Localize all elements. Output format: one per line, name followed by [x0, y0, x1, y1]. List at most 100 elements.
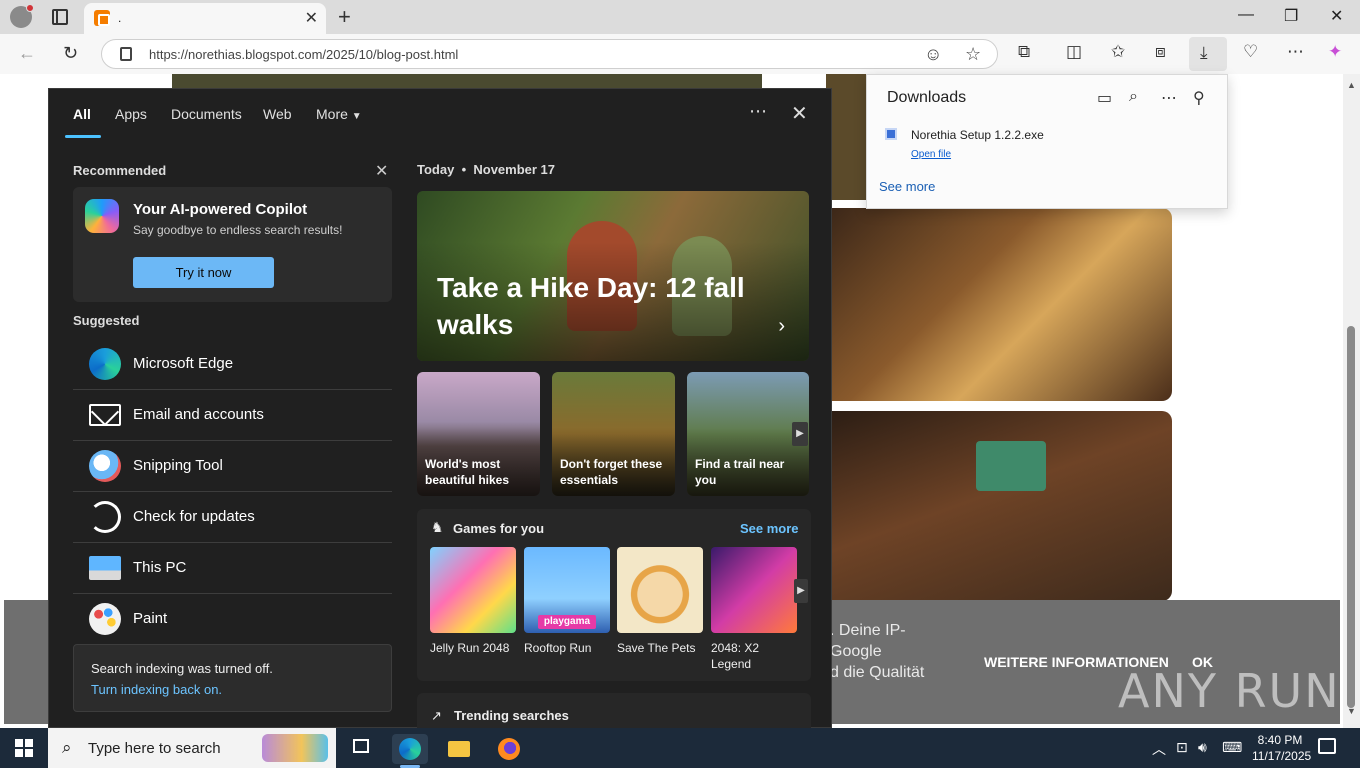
open-file-link[interactable]: Open file [911, 149, 951, 160]
taskbar-search-box[interactable]: ⌕ Type here to search [48, 728, 336, 768]
thumb-card-essentials[interactable]: Don't forget these essentials [552, 372, 675, 496]
url-text[interactable]: https://norethias.blogspot.com/2025/10/b… [149, 47, 458, 62]
scrollbar-thumb[interactable] [1347, 326, 1355, 708]
chevron-right-icon[interactable]: ▶ [794, 579, 808, 603]
address-bar[interactable]: https://norethias.blogspot.com/2025/10/b… [101, 39, 998, 69]
games-see-more-link[interactable]: See more [740, 521, 799, 536]
game-name[interactable]: 2048: X2 Legend [711, 640, 801, 672]
suggested-item-paint[interactable]: Paint [73, 594, 392, 645]
tab-more[interactable]: More ▼ [316, 106, 362, 122]
thumb-card-trail[interactable]: Find a trail near you [687, 372, 809, 496]
game-name[interactable]: Save The Pets [617, 640, 707, 656]
close-window-button[interactable]: ✕ [1330, 6, 1343, 26]
hero-card[interactable]: Take a Hike Day: 12 fall walks › [417, 191, 809, 361]
suggested-item-snipping-tool[interactable]: Snipping Tool [73, 441, 392, 492]
thumb-card-hikes[interactable]: World's most beautiful hikes [417, 372, 540, 496]
tab-web[interactable]: Web [263, 106, 292, 122]
suggested-item-check-updates[interactable]: Check for updates [73, 492, 392, 543]
game-name[interactable]: Jelly Run 2048 [430, 640, 520, 656]
notification-dot [26, 4, 34, 12]
new-tab-button[interactable]: + [338, 4, 351, 30]
dismiss-recommended-icon[interactable]: ✕ [375, 161, 388, 181]
thumb-label: World's most beautiful hikes [425, 457, 510, 487]
game-tile-save-the-pets[interactable] [617, 547, 703, 633]
tab-more-label: More [316, 106, 348, 122]
taskbar-file-explorer[interactable] [441, 734, 477, 764]
cookie-text: . Deine IP- Google d die Qualität [830, 622, 925, 681]
refresh-icon[interactable]: ↻ [63, 43, 78, 64]
search-highlight-icon[interactable] [262, 734, 328, 762]
tab-close-icon[interactable]: ✕ [305, 8, 318, 28]
back-icon[interactable]: ← [18, 43, 36, 64]
download-icon: ⤓ [1200, 43, 1208, 62]
recommended-heading: Recommended [73, 163, 167, 178]
games-card: ♞ Games for you See more playgama Jelly … [417, 509, 811, 681]
suggested-item-email[interactable]: Email and accounts [73, 390, 392, 441]
restore-button[interactable]: ❐ [1284, 6, 1298, 26]
taskbar-firefox[interactable] [491, 734, 527, 764]
favorites-icon[interactable]: ✩ [1111, 42, 1125, 62]
lock-icon[interactable] [120, 47, 132, 61]
try-it-now-button[interactable]: Try it now [133, 257, 274, 288]
collections-icon[interactable]: ⧈ [1155, 42, 1166, 62]
task-view-button[interactable] [344, 734, 380, 764]
start-button[interactable] [15, 739, 33, 757]
tab-documents[interactable]: Documents [171, 106, 242, 122]
favorite-star-icon[interactable]: ☆ [965, 44, 981, 65]
game-name[interactable]: Rooftop Run [524, 640, 614, 656]
suggested-list: Microsoft Edge Email and accounts Snippi… [73, 339, 392, 645]
volume-icon[interactable]: 🔊︎ [1198, 739, 1207, 756]
active-tab-indicator [65, 135, 101, 138]
performance-icon[interactable]: ♡ [1243, 42, 1258, 62]
split-screen-icon[interactable]: ◫ [1066, 42, 1082, 62]
copilot-subtitle: Say goodbye to endless search results! [133, 223, 343, 237]
tab-actions-icon[interactable] [52, 9, 68, 25]
chevron-right-icon[interactable]: ▶ [792, 422, 808, 446]
pin-icon[interactable]: ⚲ [1193, 88, 1205, 108]
search-downloads-icon[interactable]: ⌕ [1129, 88, 1138, 106]
keyboard-icon[interactable]: ⌨ [1222, 739, 1242, 756]
search-icon: ⌕ [62, 738, 72, 757]
page-scrollbar[interactable]: ▲ ▼ [1343, 74, 1360, 728]
suggested-item-this-pc[interactable]: This PC [73, 543, 392, 594]
chevron-right-icon[interactable]: › [778, 315, 785, 338]
copilot-icon[interactable]: ✦ [1328, 42, 1342, 62]
open-folder-icon[interactable]: ▭ [1097, 88, 1112, 108]
minimize-button[interactable]: — [1238, 6, 1254, 24]
more-options-icon[interactable]: ⋯ [749, 101, 767, 122]
suggested-item-edge[interactable]: Microsoft Edge [73, 339, 392, 390]
network-icon[interactable]: ⊡ [1176, 739, 1188, 756]
browser-tab[interactable]: . ✕ [84, 3, 326, 34]
more-options-icon[interactable]: ⋯ [1161, 88, 1177, 108]
tab-apps[interactable]: Apps [115, 106, 147, 122]
close-panel-icon[interactable]: ✕ [791, 101, 808, 126]
settings-more-icon[interactable]: ⋯ [1287, 42, 1304, 62]
suggested-heading: Suggested [73, 313, 140, 328]
extensions-icon[interactable]: ⧉ [1018, 42, 1030, 62]
suggested-item-label: Email and accounts [133, 406, 264, 423]
turn-indexing-on-link[interactable]: Turn indexing back on. [91, 682, 222, 697]
notifications-icon[interactable] [1318, 738, 1336, 754]
scroll-up-icon[interactable]: ▲ [1347, 80, 1356, 90]
game-tile-rooftop-run[interactable]: playgama [524, 547, 610, 633]
downloads-title: Downloads [887, 89, 967, 106]
search-placeholder[interactable]: Type here to search [88, 740, 221, 757]
clock-date: 11/17/2025 [1252, 749, 1312, 763]
tab-all[interactable]: All [73, 106, 91, 122]
thumb-label: Find a trail near you [695, 457, 785, 487]
trending-card: ↗ Trending searches [417, 693, 811, 729]
system-clock[interactable]: 8:40 PM 11/17/2025 [1252, 732, 1312, 764]
indexing-notice: Search indexing was turned off. Turn ind… [73, 644, 392, 712]
update-icon [89, 501, 121, 533]
game-tile-2048-x2[interactable] [711, 547, 797, 633]
copilot-logo-icon [85, 199, 119, 233]
download-file-name[interactable]: Norethia Setup 1.2.2.exe [911, 128, 1044, 142]
taskbar-edge[interactable] [392, 734, 428, 768]
downloads-button[interactable]: ⤓ [1189, 37, 1227, 71]
see-more-link[interactable]: See more [879, 179, 935, 194]
browser-essentials-icon[interactable]: ☺ [924, 44, 942, 65]
game-tile-jelly-run[interactable] [430, 547, 516, 633]
scroll-down-icon[interactable]: ▼ [1347, 706, 1356, 716]
show-hidden-icons-icon[interactable]: ︿ [1152, 739, 1166, 759]
profile-avatar[interactable] [10, 4, 34, 28]
